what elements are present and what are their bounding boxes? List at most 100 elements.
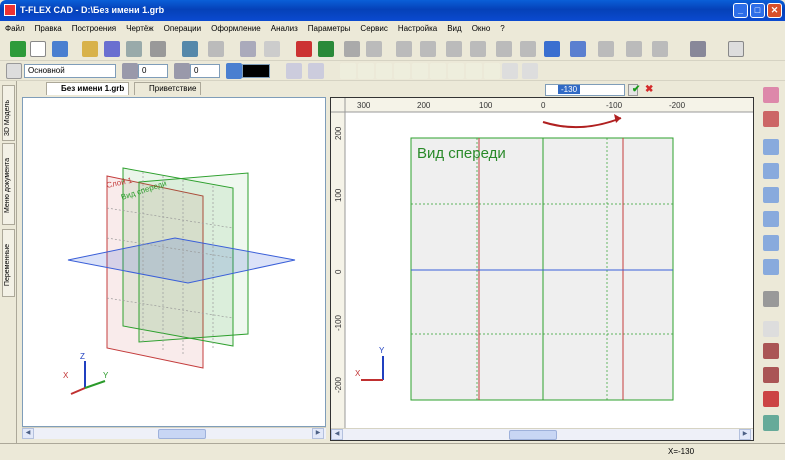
scroll-right-icon[interactable]: ▶ xyxy=(312,428,324,439)
snap-clear-icon[interactable] xyxy=(522,63,538,79)
ruler-left-200: 200 xyxy=(334,126,343,140)
menu-parameters[interactable]: Параметры xyxy=(303,21,356,33)
pipe-icon[interactable] xyxy=(520,41,536,57)
body-icon[interactable] xyxy=(366,41,382,57)
status-bar: X=-130 xyxy=(0,443,785,460)
print-icon[interactable] xyxy=(126,41,142,57)
save-icon[interactable] xyxy=(104,41,120,57)
level-field[interactable]: 0 xyxy=(190,64,220,78)
style-icon[interactable] xyxy=(6,63,22,79)
spiral-icon[interactable] xyxy=(496,41,512,57)
redo-icon[interactable] xyxy=(208,41,224,57)
minimize-button[interactable]: _ xyxy=(733,3,748,18)
new-3d-icon[interactable] xyxy=(52,41,68,57)
menu-settings[interactable]: Настройка xyxy=(393,21,442,33)
sweep-icon[interactable] xyxy=(470,41,486,57)
cancel-icon[interactable]: ✖ xyxy=(645,84,657,96)
zoom-icon[interactable] xyxy=(763,259,779,275)
select-add-icon[interactable] xyxy=(763,367,779,383)
3d-viewport[interactable]: Слой 1 Вид спереди Z X Y xyxy=(22,97,326,427)
snap-icon[interactable] xyxy=(308,63,324,79)
bookmark-icon[interactable] xyxy=(318,41,334,57)
path-icon[interactable] xyxy=(344,41,360,57)
maximize-button[interactable]: □ xyxy=(750,3,765,18)
front-view-frame[interactable] xyxy=(410,137,674,401)
snap-perp-icon[interactable] xyxy=(466,63,482,79)
snap-tangent-icon[interactable] xyxy=(448,63,464,79)
undo-icon[interactable] xyxy=(182,41,198,57)
boolean-icon[interactable] xyxy=(544,41,560,57)
chamfer-icon[interactable] xyxy=(598,41,614,57)
cube-icon[interactable] xyxy=(763,415,779,431)
loft-icon[interactable] xyxy=(446,41,462,57)
property-icon[interactable] xyxy=(763,391,779,407)
2d-hscroll[interactable]: ◀ ▶ xyxy=(331,428,753,440)
solid-icon[interactable] xyxy=(652,41,668,57)
menu-construct[interactable]: Построения xyxy=(67,21,121,33)
new-document-icon[interactable] xyxy=(30,41,46,57)
fillet-icon[interactable] xyxy=(570,41,586,57)
zoom-in-icon[interactable] xyxy=(763,211,779,227)
menu-help[interactable]: ? xyxy=(495,21,509,33)
scroll-thumb[interactable] xyxy=(158,429,206,439)
fit-icon[interactable] xyxy=(763,163,779,179)
filter-icon[interactable] xyxy=(286,63,302,79)
layer-select[interactable]: Основной xyxy=(24,64,116,78)
menu-service[interactable]: Сервис xyxy=(355,21,392,33)
extrude-icon[interactable] xyxy=(396,41,412,57)
zoom-window-icon[interactable] xyxy=(763,139,779,155)
shell-icon[interactable] xyxy=(626,41,642,57)
menu-operations[interactable]: Операции xyxy=(159,21,206,33)
snap-center-icon[interactable] xyxy=(412,63,428,79)
zoom-out-icon[interactable] xyxy=(763,235,779,251)
tab-welcome[interactable]: Приветствие xyxy=(134,82,202,95)
scroll-thumb-2[interactable] xyxy=(509,430,557,440)
measure-icon[interactable] xyxy=(690,41,706,57)
tab-document[interactable]: Без имени 1.grb xyxy=(46,82,130,95)
select-icon[interactable] xyxy=(763,343,779,359)
scroll-left-icon-2[interactable]: ◀ xyxy=(331,429,343,440)
menu-window[interactable]: Окно xyxy=(467,21,496,33)
scroll-left-icon[interactable]: ◀ xyxy=(22,428,34,439)
level-icon[interactable] xyxy=(174,63,190,79)
snap-end-icon[interactable] xyxy=(376,63,392,79)
color-swatch[interactable] xyxy=(242,64,270,78)
snap-magnet-icon[interactable] xyxy=(763,111,779,127)
menu-view[interactable]: Вид xyxy=(442,21,466,33)
close-button[interactable]: ✕ xyxy=(767,3,782,18)
menu-drawing[interactable]: Чертёж xyxy=(121,21,159,33)
layer-icon[interactable] xyxy=(122,63,138,79)
menu-format[interactable]: Оформление xyxy=(206,21,266,33)
snap-middle-icon[interactable] xyxy=(394,63,410,79)
snap-grid-icon[interactable] xyxy=(484,63,500,79)
3d-hscroll[interactable]: ◀ ▶ xyxy=(22,427,326,439)
snap-settings-icon[interactable] xyxy=(502,63,518,79)
scale-icon[interactable] xyxy=(728,41,744,57)
color-icon[interactable] xyxy=(226,63,242,79)
workplane-icon[interactable] xyxy=(264,41,280,57)
priority-field[interactable]: 0 xyxy=(138,64,168,78)
axes-icon[interactable] xyxy=(296,41,312,57)
confirm-icon[interactable]: ✔ xyxy=(632,84,644,96)
scroll-right-icon-2[interactable]: ▶ xyxy=(739,429,751,440)
open-icon[interactable] xyxy=(82,41,98,57)
menu-analysis[interactable]: Анализ xyxy=(266,21,303,33)
2d-viewport[interactable]: 300 200 100 0 -100 -200 200 100 0 -100 -… xyxy=(330,97,754,441)
rotate-icon[interactable] xyxy=(420,41,436,57)
print-setup-icon[interactable] xyxy=(150,41,166,57)
snap-line-icon[interactable] xyxy=(358,63,374,79)
snap-node-icon[interactable] xyxy=(340,63,356,79)
snap-intersect-icon[interactable] xyxy=(430,63,446,79)
tab-document-menu[interactable]: Меню документа xyxy=(2,143,15,225)
magnet-icon[interactable] xyxy=(763,87,779,103)
menu-edit[interactable]: Правка xyxy=(30,21,67,33)
parameter-input[interactable]: -130 xyxy=(545,84,625,96)
pen-icon[interactable] xyxy=(240,41,256,57)
copy-icon[interactable] xyxy=(763,321,779,337)
tab-variables[interactable]: Переменные xyxy=(2,229,15,297)
pan-icon[interactable] xyxy=(763,291,779,307)
menu-file[interactable]: Файл xyxy=(0,21,30,33)
check-icon[interactable] xyxy=(10,41,26,57)
frame-icon[interactable] xyxy=(763,187,779,203)
tab-3d-model[interactable]: 3D Модель xyxy=(2,85,15,141)
